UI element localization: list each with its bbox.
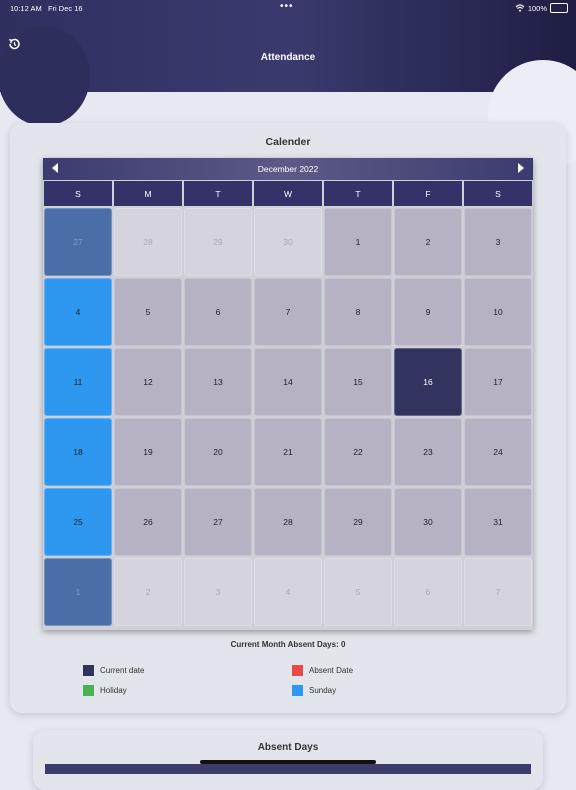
home-indicator[interactable]: [200, 760, 376, 764]
calendar-day[interactable]: 14: [254, 348, 322, 416]
status-indicators: 100%: [515, 3, 568, 13]
multitask-dots-icon[interactable]: •••: [280, 1, 294, 12]
calendar-day[interactable]: 4: [44, 278, 112, 346]
calendar-day[interactable]: 23: [394, 418, 462, 486]
calendar-month-label: December 2022: [257, 164, 319, 174]
status-time: 10:12 AM Fri Dec 16: [10, 4, 83, 13]
history-back-icon[interactable]: [7, 37, 21, 51]
status-bar: 10:12 AM Fri Dec 16 ••• 100%: [0, 0, 576, 16]
calendar-day[interactable]: 27: [44, 208, 112, 276]
weekday-tue: T: [184, 181, 252, 206]
calendar-day[interactable]: 13: [184, 348, 252, 416]
calendar-day[interactable]: 29: [184, 208, 252, 276]
calendar-day[interactable]: 15: [324, 348, 392, 416]
absent-days-title: Absent Days: [257, 742, 319, 753]
calendar-day[interactable]: 5: [324, 558, 392, 626]
weekday-thu: T: [324, 181, 392, 206]
calendar-day[interactable]: 24: [464, 418, 532, 486]
calendar-day[interactable]: 2: [114, 558, 182, 626]
calendar-day[interactable]: 12: [114, 348, 182, 416]
legend-swatch: [292, 685, 303, 696]
legend-sunday: Sunday: [292, 685, 336, 696]
weekday-row: S M T W T F S: [43, 180, 533, 207]
calendar-day[interactable]: 1: [324, 208, 392, 276]
calendar-day[interactable]: 20: [184, 418, 252, 486]
legend-swatch: [83, 685, 94, 696]
wifi-icon: [515, 4, 525, 12]
calendar: December 2022 S M T W T F S 27 28 29 30 1 2 3 4…: [43, 158, 533, 630]
day-grid: 27 28 29 30 1 2 3 4 5 6 7 8 9 10 11 12 13 14 15 16 17 18 19 20 2…: [43, 207, 533, 627]
calendar-day[interactable]: 22: [324, 418, 392, 486]
absent-days-summary: Current Month Absent Days: 0: [230, 640, 346, 649]
calendar-card-title: Calender: [265, 136, 311, 148]
page-title: Attendance: [260, 52, 316, 63]
calendar-day[interactable]: 7: [254, 278, 322, 346]
calendar-month-header: December 2022: [43, 158, 533, 180]
legend-swatch: [292, 665, 303, 676]
calendar-day[interactable]: 1: [44, 558, 112, 626]
next-month-icon[interactable]: [518, 163, 524, 173]
calendar-day[interactable]: 31: [464, 488, 532, 556]
calendar-day[interactable]: 25: [44, 488, 112, 556]
absent-days-table-header: [45, 764, 531, 774]
legend-holiday: Holiday: [83, 685, 127, 696]
calendar-day[interactable]: 27: [184, 488, 252, 556]
calendar-day[interactable]: 28: [254, 488, 322, 556]
battery-icon: [550, 3, 568, 13]
calendar-day[interactable]: 30: [394, 488, 462, 556]
calendar-day[interactable]: 18: [44, 418, 112, 486]
calendar-day[interactable]: 26: [114, 488, 182, 556]
calendar-day[interactable]: 3: [464, 208, 532, 276]
battery-percent: 100%: [527, 3, 547, 13]
calendar-day[interactable]: 21: [254, 418, 322, 486]
calendar-day[interactable]: 6: [394, 558, 462, 626]
calendar-day[interactable]: 9: [394, 278, 462, 346]
weekday-sun: S: [44, 181, 112, 206]
calendar-day[interactable]: 4: [254, 558, 322, 626]
calendar-day[interactable]: 11: [44, 348, 112, 416]
calendar-day[interactable]: 3: [184, 558, 252, 626]
calendar-day[interactable]: 6: [184, 278, 252, 346]
calendar-day[interactable]: 7: [464, 558, 532, 626]
calendar-day[interactable]: 16: [394, 348, 462, 416]
calendar-day[interactable]: 28: [114, 208, 182, 276]
calendar-day[interactable]: 10: [464, 278, 532, 346]
legend-current-date: Current date: [83, 665, 144, 676]
calendar-day[interactable]: 17: [464, 348, 532, 416]
weekday-fri: F: [394, 181, 462, 206]
weekday-mon: M: [114, 181, 182, 206]
weekday-sat: S: [464, 181, 532, 206]
legend-swatch: [83, 665, 94, 676]
calendar-day[interactable]: 5: [114, 278, 182, 346]
calendar-day[interactable]: 8: [324, 278, 392, 346]
legend-absent-date: Absent Date: [292, 665, 353, 676]
calendar-day[interactable]: 29: [324, 488, 392, 556]
calendar-day[interactable]: 30: [254, 208, 322, 276]
calendar-card: Calender December 2022 S M T W T F S 27 2…: [10, 123, 566, 713]
weekday-wed: W: [254, 181, 322, 206]
calendar-day[interactable]: 2: [394, 208, 462, 276]
calendar-day[interactable]: 19: [114, 418, 182, 486]
